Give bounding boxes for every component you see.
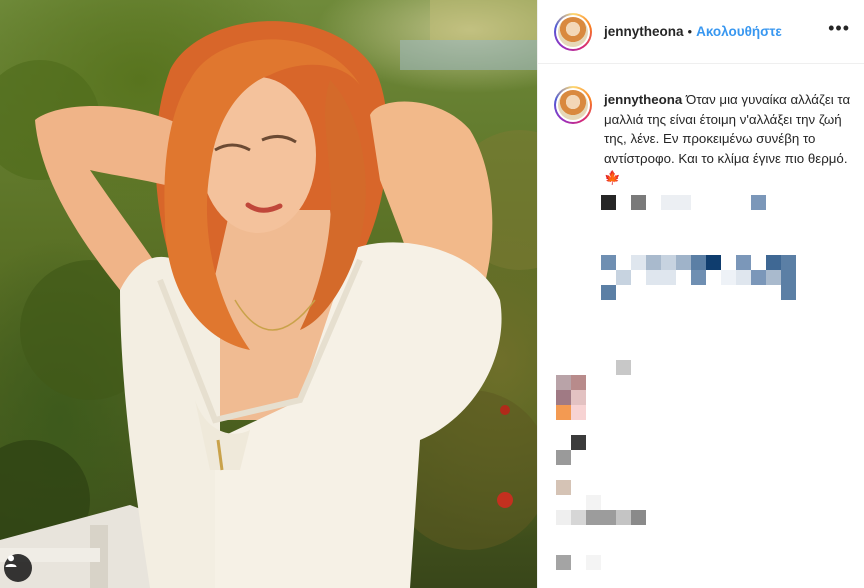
caption-avatar-image <box>558 90 588 120</box>
caption-text-block: jennytheona Όταν μια γυναίκα αλλάζει τα … <box>604 90 862 188</box>
caption-avatar-frame <box>556 88 590 122</box>
post-photo[interactable] <box>0 0 537 588</box>
comments-area[interactable]: jennytheona Όταν μια γυναίκα αλλάζει τα … <box>538 64 864 588</box>
avatar-image <box>558 16 588 47</box>
post-header: jennytheona • Ακολουθήστε ••• <box>538 0 864 64</box>
person-tag-glyph <box>5 555 17 567</box>
caption-avatar[interactable] <box>554 86 592 124</box>
avatar[interactable] <box>554 12 592 51</box>
caption-username[interactable]: jennytheona <box>604 92 682 107</box>
more-horizontal-icon[interactable]: ••• <box>828 18 850 39</box>
photo-illustration <box>0 0 537 588</box>
header-separator: • <box>687 24 693 39</box>
post-side-panel: jennytheona • Ακολουθήστε ••• jennytheon… <box>537 0 864 588</box>
person-tag-icon[interactable] <box>4 554 32 582</box>
avatar-frame <box>556 14 590 49</box>
header-username[interactable]: jennytheona <box>604 24 684 39</box>
follow-button[interactable]: Ακολουθήστε <box>696 24 782 39</box>
